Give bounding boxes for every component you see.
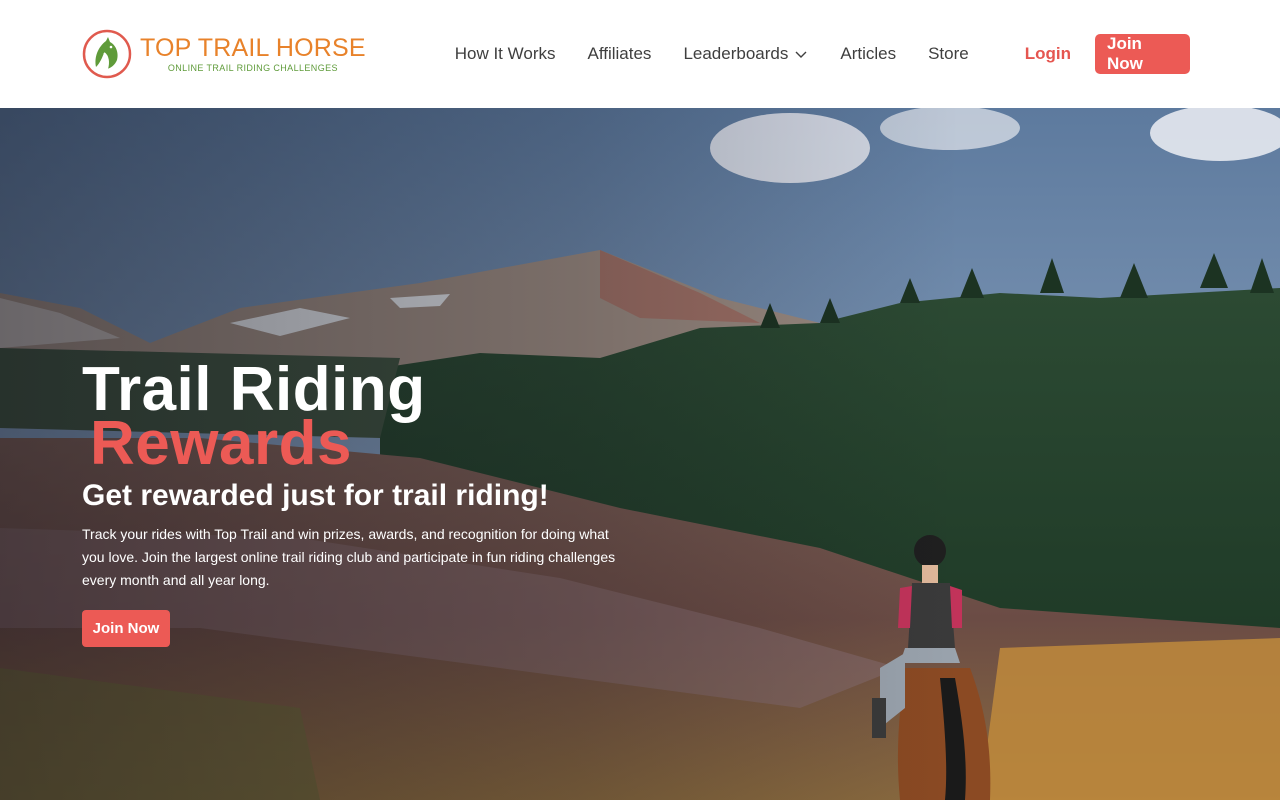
- join-now-button-header[interactable]: Join Now: [1095, 34, 1190, 74]
- brand-tagline: ONLINE TRAIL RIDING CHALLENGES: [167, 63, 338, 73]
- hero-description: Track your rides with Top Trail and win …: [82, 526, 616, 588]
- hero-section: Trail Riding Rewards Get rewarded just f…: [0, 108, 1280, 800]
- chevron-down-icon: [795, 51, 807, 58]
- hero-content: Trail Riding Rewards Get rewarded just f…: [82, 359, 642, 647]
- nav-item-articles[interactable]: Articles: [840, 44, 896, 64]
- hero-accent-title: Rewards: [90, 409, 352, 478]
- brand-name: TOP TRAIL HORSE: [140, 34, 366, 62]
- horse-head-logo-icon: [82, 29, 132, 79]
- nav-label: Store: [928, 44, 969, 63]
- nav-item-affiliates[interactable]: Affiliates: [587, 44, 651, 64]
- nav-item-store[interactable]: Store: [928, 44, 969, 64]
- nav-label: How It Works: [454, 44, 556, 63]
- nav-item-how-it-works[interactable]: How It Works: [455, 44, 556, 64]
- brand-logo[interactable]: TOP TRAIL HORSE ONLINE TRAIL RIDING CHAL…: [82, 29, 366, 79]
- nav-item-leaderboards[interactable]: Leaderboards: [683, 44, 808, 64]
- hero-subtitle: Get rewarded just for trail riding!: [82, 479, 549, 512]
- site-header: TOP TRAIL HORSE ONLINE TRAIL RIDING CHAL…: [0, 0, 1280, 108]
- nav-label: Articles: [840, 44, 897, 63]
- join-now-button-hero[interactable]: Join Now: [82, 610, 170, 647]
- main-nav: How It Works Affiliates Leaderboards Art…: [455, 44, 969, 64]
- nav-label: Leaderboards: [683, 44, 789, 63]
- nav-label: Affiliates: [587, 44, 652, 63]
- login-link[interactable]: Login: [1025, 44, 1071, 64]
